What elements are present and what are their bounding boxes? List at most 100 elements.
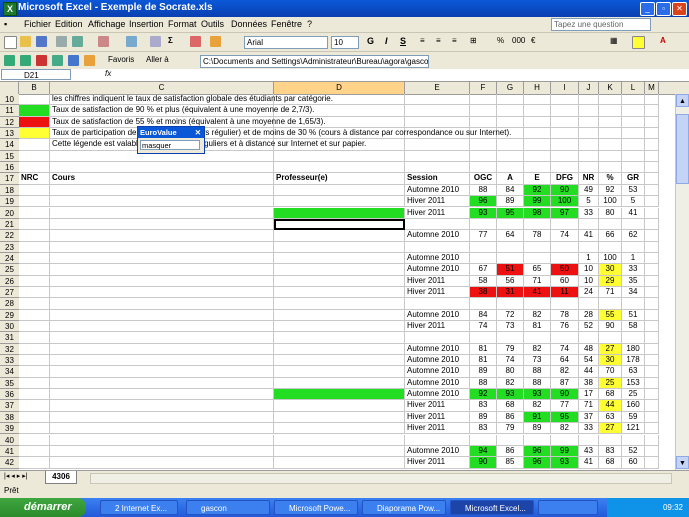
row-header[interactable]: 26: [0, 276, 19, 287]
cell-I21[interactable]: [551, 218, 579, 231]
cell-H31[interactable]: [524, 332, 551, 344]
cell-M31[interactable]: [645, 332, 659, 344]
session-cell[interactable]: Hiver 2011: [405, 412, 470, 423]
address-input[interactable]: C:\Documents and Settings\Administrateur…: [200, 55, 429, 68]
score-cell-H[interactable]: 73: [524, 355, 551, 367]
score-cell-H[interactable]: 65: [524, 264, 551, 276]
cell-B16[interactable]: [19, 162, 50, 174]
cell-B41[interactable]: [19, 445, 50, 458]
cell-F31[interactable]: [470, 332, 497, 344]
column-header-H[interactable]: H: [524, 82, 551, 94]
cell-M36[interactable]: [645, 389, 659, 401]
cell-M42[interactable]: [645, 457, 659, 469]
score-cell-J[interactable]: 1: [579, 252, 599, 265]
cell-E40[interactable]: [405, 434, 470, 446]
cell-D28[interactable]: [274, 298, 405, 310]
score-cell-G[interactable]: 84: [497, 184, 524, 197]
score-cell-G[interactable]: 79: [497, 423, 524, 435]
cell-B42[interactable]: [19, 457, 50, 469]
cell-H15[interactable]: [524, 150, 551, 163]
cell-L31[interactable]: [622, 332, 645, 344]
cell-D41[interactable]: [274, 445, 405, 458]
cell-M37[interactable]: [645, 400, 659, 412]
score-cell-L[interactable]: 121: [622, 423, 645, 435]
score-cell-L[interactable]: 180: [622, 343, 645, 356]
cell-I15[interactable]: [551, 150, 579, 163]
cell-B27[interactable]: [19, 286, 50, 299]
scroll-down-icon[interactable]: ▼: [676, 456, 689, 469]
score-cell-H[interactable]: 88: [524, 366, 551, 378]
session-cell[interactable]: Hiver 2011: [405, 400, 470, 411]
cell-D20[interactable]: [274, 207, 405, 219]
maximize-button[interactable]: ▫: [656, 2, 671, 16]
cell-C26[interactable]: [50, 275, 274, 287]
cell-I40[interactable]: [551, 434, 579, 446]
row-header[interactable]: 19: [0, 196, 19, 208]
score-cell-I[interactable]: 82: [551, 423, 579, 435]
cell-M32[interactable]: [645, 343, 659, 356]
score-cell-F[interactable]: 81: [470, 355, 497, 367]
cell-M15[interactable]: [645, 150, 659, 163]
cell-M26[interactable]: [645, 275, 659, 287]
cell-M27[interactable]: [645, 286, 659, 299]
cell-C31[interactable]: [50, 332, 274, 344]
cell-L21[interactable]: [622, 218, 645, 231]
cell-D15[interactable]: [274, 150, 405, 163]
score-cell-I[interactable]: 100: [551, 196, 579, 208]
menu-insertion[interactable]: Insertion: [129, 19, 164, 29]
score-cell-I[interactable]: 76: [551, 321, 579, 333]
score-cell-J[interactable]: 33: [579, 207, 599, 219]
cell-M18[interactable]: [645, 184, 659, 197]
score-cell-L[interactable]: 60: [622, 457, 645, 469]
cell-C27[interactable]: [50, 286, 274, 299]
score-cell-J[interactable]: 10: [579, 264, 599, 276]
font-color-icon[interactable]: A: [660, 36, 666, 45]
score-cell-L[interactable]: 160: [622, 400, 645, 412]
cell-L28[interactable]: [622, 298, 645, 310]
score-cell-K[interactable]: 83: [599, 445, 622, 458]
cell-D36[interactable]: [274, 389, 405, 401]
score-cell-H[interactable]: 89: [524, 423, 551, 435]
cell-M40[interactable]: [645, 434, 659, 446]
cell-B40[interactable]: [19, 434, 50, 446]
sheet-tab[interactable]: 4306: [45, 471, 77, 484]
save-icon[interactable]: [36, 36, 47, 47]
score-cell-I[interactable]: 50: [551, 264, 579, 276]
cell-C39[interactable]: [50, 423, 274, 435]
cell-M41[interactable]: [645, 445, 659, 458]
euro-icon[interactable]: €: [531, 36, 535, 45]
cell-D23[interactable]: [274, 241, 405, 253]
cell-B23[interactable]: [19, 241, 50, 253]
bold-button[interactable]: G: [367, 36, 374, 46]
cell-C18[interactable]: [50, 184, 274, 197]
session-cell[interactable]: Automne 2010: [405, 378, 470, 389]
cell-C34[interactable]: [50, 366, 274, 378]
score-cell-F[interactable]: 89: [470, 411, 497, 424]
score-cell-H[interactable]: 99: [524, 196, 551, 208]
row-header[interactable]: 32: [0, 344, 19, 356]
undo-icon[interactable]: [126, 36, 137, 47]
underline-button[interactable]: S: [400, 36, 406, 46]
cell-M12[interactable]: [645, 116, 659, 129]
aller-menu[interactable]: Aller à: [146, 55, 169, 64]
score-cell-H[interactable]: 96: [524, 445, 551, 458]
score-cell-L[interactable]: 52: [622, 445, 645, 458]
score-cell-J[interactable]: 5: [579, 196, 599, 208]
score-cell-K[interactable]: 92: [599, 184, 622, 197]
thousands-icon[interactable]: 000: [512, 36, 525, 45]
column-header-C[interactable]: C: [50, 82, 274, 94]
score-cell-F[interactable]: 88: [470, 184, 497, 197]
row-header[interactable]: 36: [0, 389, 19, 401]
column-header-I[interactable]: I: [551, 82, 579, 94]
cell-C23[interactable]: [50, 241, 274, 253]
cell-C28[interactable]: [50, 298, 274, 310]
row-header[interactable]: 20: [0, 208, 19, 219]
score-cell-K[interactable]: 70: [599, 366, 622, 378]
cell-B21[interactable]: [19, 218, 50, 231]
cell-B36[interactable]: [19, 389, 50, 401]
cell-B28[interactable]: [19, 298, 50, 310]
score-cell-F[interactable]: 81: [470, 343, 497, 356]
cell-B15[interactable]: [19, 150, 50, 163]
cell-K21[interactable]: [599, 218, 622, 231]
cell-B35[interactable]: [19, 377, 50, 390]
